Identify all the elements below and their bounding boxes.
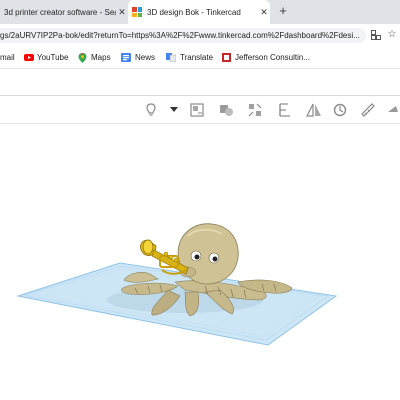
address-row: gs/2aURV7IP2Pa-bok/edit?returnTo=https%3…	[0, 24, 400, 46]
notes-icon[interactable]	[189, 102, 205, 118]
bookmarks-bar: mail YouTube Maps News Translate Jeffers…	[0, 46, 400, 68]
address-bar[interactable]: gs/2aURV7IP2Pa-bok/edit?returnTo=https%3…	[0, 28, 366, 43]
tinkercad-favicon-icon	[132, 7, 142, 17]
youtube-icon	[24, 53, 34, 62]
new-tab-icon[interactable]: +	[276, 4, 290, 18]
jefferson-icon	[222, 52, 231, 62]
tab-search-label: 3d printer creator software - Searc	[4, 7, 116, 17]
chevron-down-icon[interactable]	[170, 107, 178, 112]
bookmark-label: Jefferson Consultin...	[235, 52, 311, 62]
extensions-icon[interactable]	[370, 29, 382, 41]
bookmark-label: mail	[0, 52, 15, 62]
close-icon[interactable]: ✕	[116, 7, 128, 18]
news-icon	[121, 52, 131, 62]
bookmark-maps[interactable]: Maps	[78, 51, 111, 63]
tinkercad-header	[0, 69, 400, 95]
star-icon[interactable]: ☆	[386, 29, 398, 41]
group-icon[interactable]	[332, 102, 348, 118]
tab-strip: 3d printer creator software - Searc ✕ 3D…	[0, 0, 400, 24]
3d-viewport[interactable]	[0, 124, 400, 400]
close-icon[interactable]: ✕	[258, 7, 270, 18]
maps-icon	[78, 52, 87, 63]
translate-icon	[166, 52, 177, 62]
bookmark-label: Translate	[180, 52, 214, 62]
cruise-icon[interactable]	[386, 102, 400, 118]
bookmark-label: News	[135, 52, 156, 62]
bookmark-translate[interactable]: Translate	[166, 51, 213, 63]
bookmark-news[interactable]: News	[121, 51, 155, 63]
align-icon[interactable]	[247, 102, 263, 118]
workplane-scene	[16, 223, 338, 346]
shapes-icon[interactable]	[218, 102, 234, 118]
lightbulb-icon[interactable]	[143, 102, 159, 118]
tab-tinkercad-label: 3D design Bok - Tinkercad	[147, 7, 241, 17]
tab-tinkercad[interactable]: 3D design Bok - Tinkercad ✕	[128, 0, 270, 24]
flip-icon[interactable]	[306, 102, 322, 118]
ruler-icon[interactable]	[360, 102, 376, 118]
tab-search[interactable]: 3d printer creator software - Searc ✕	[0, 0, 128, 24]
bookmark-label: YouTube	[37, 52, 69, 62]
bookmark-label: Maps	[91, 52, 111, 62]
mirror-icon[interactable]	[277, 102, 293, 118]
bookmark-gmail[interactable]: mail	[0, 51, 15, 63]
bookmark-jefferson[interactable]: Jefferson Consultin...	[222, 51, 310, 63]
bookmark-youtube[interactable]: YouTube	[24, 51, 68, 63]
editor-toolbar	[0, 96, 400, 124]
